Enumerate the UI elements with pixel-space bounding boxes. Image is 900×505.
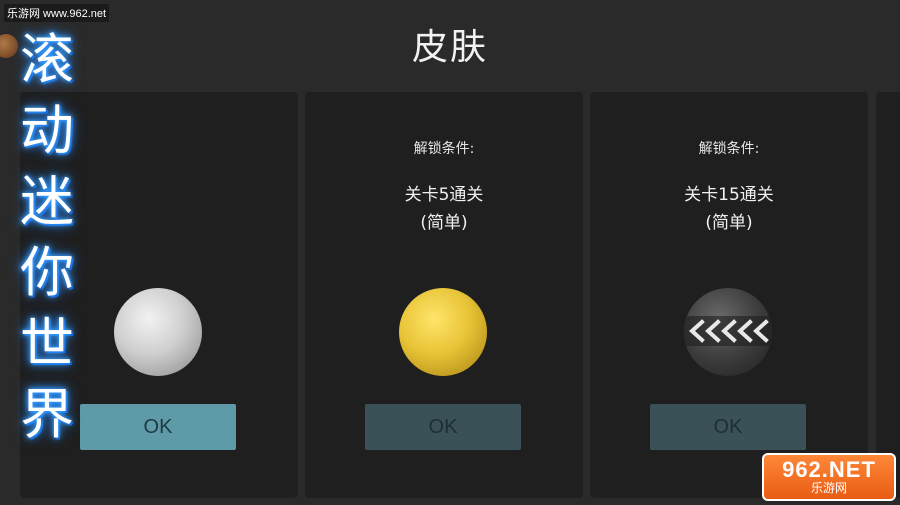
title-char: 迷 bbox=[20, 170, 74, 233]
skin-card-4-partial bbox=[876, 92, 900, 498]
unlock-condition-difficulty: (简单) bbox=[420, 213, 468, 233]
page-title: 皮肤 bbox=[411, 27, 488, 68]
skin-screen: 皮肤 OK 解锁条件: 关卡5通关 (简单) OK 解锁条件: 关卡15通关 (… bbox=[0, 0, 900, 505]
unlock-condition-level: 关卡5通关 bbox=[404, 185, 484, 205]
logo-sub-text: 乐游网 bbox=[810, 481, 847, 495]
skin-card-2: 解锁条件: 关卡5通关 (简单) OK bbox=[305, 92, 583, 498]
chevron-ball-skin bbox=[684, 288, 772, 376]
title-char: 滚 bbox=[20, 28, 74, 91]
site-logo: 962.NET 乐游网 bbox=[762, 453, 896, 501]
white-ball-skin bbox=[114, 288, 202, 376]
game-title-vertical: 滚 动 迷 你 世 界 bbox=[14, 24, 80, 450]
logo-main-text: 962.NET bbox=[782, 457, 876, 482]
ok-button-1[interactable]: OK bbox=[80, 404, 236, 450]
chevron-band bbox=[684, 316, 772, 346]
chevron-arrows-icon bbox=[689, 319, 769, 343]
unlock-condition-title: 解锁条件: bbox=[413, 141, 475, 157]
site-watermark: 乐游网 www.962.net bbox=[4, 4, 110, 22]
unlock-condition-level: 关卡15通关 bbox=[684, 185, 774, 205]
yellow-ball-skin bbox=[399, 288, 487, 376]
title-char: 动 bbox=[20, 99, 74, 162]
ok-button-2[interactable]: OK bbox=[365, 404, 521, 450]
title-char: 界 bbox=[20, 383, 74, 446]
unlock-condition-title: 解锁条件: bbox=[698, 141, 760, 157]
ok-button-3[interactable]: OK bbox=[650, 404, 806, 450]
title-char: 世 bbox=[20, 312, 74, 375]
skin-card-3: 解锁条件: 关卡15通关 (简单) OK bbox=[590, 92, 868, 498]
unlock-condition-difficulty: (简单) bbox=[705, 213, 753, 233]
title-char: 你 bbox=[20, 241, 74, 304]
